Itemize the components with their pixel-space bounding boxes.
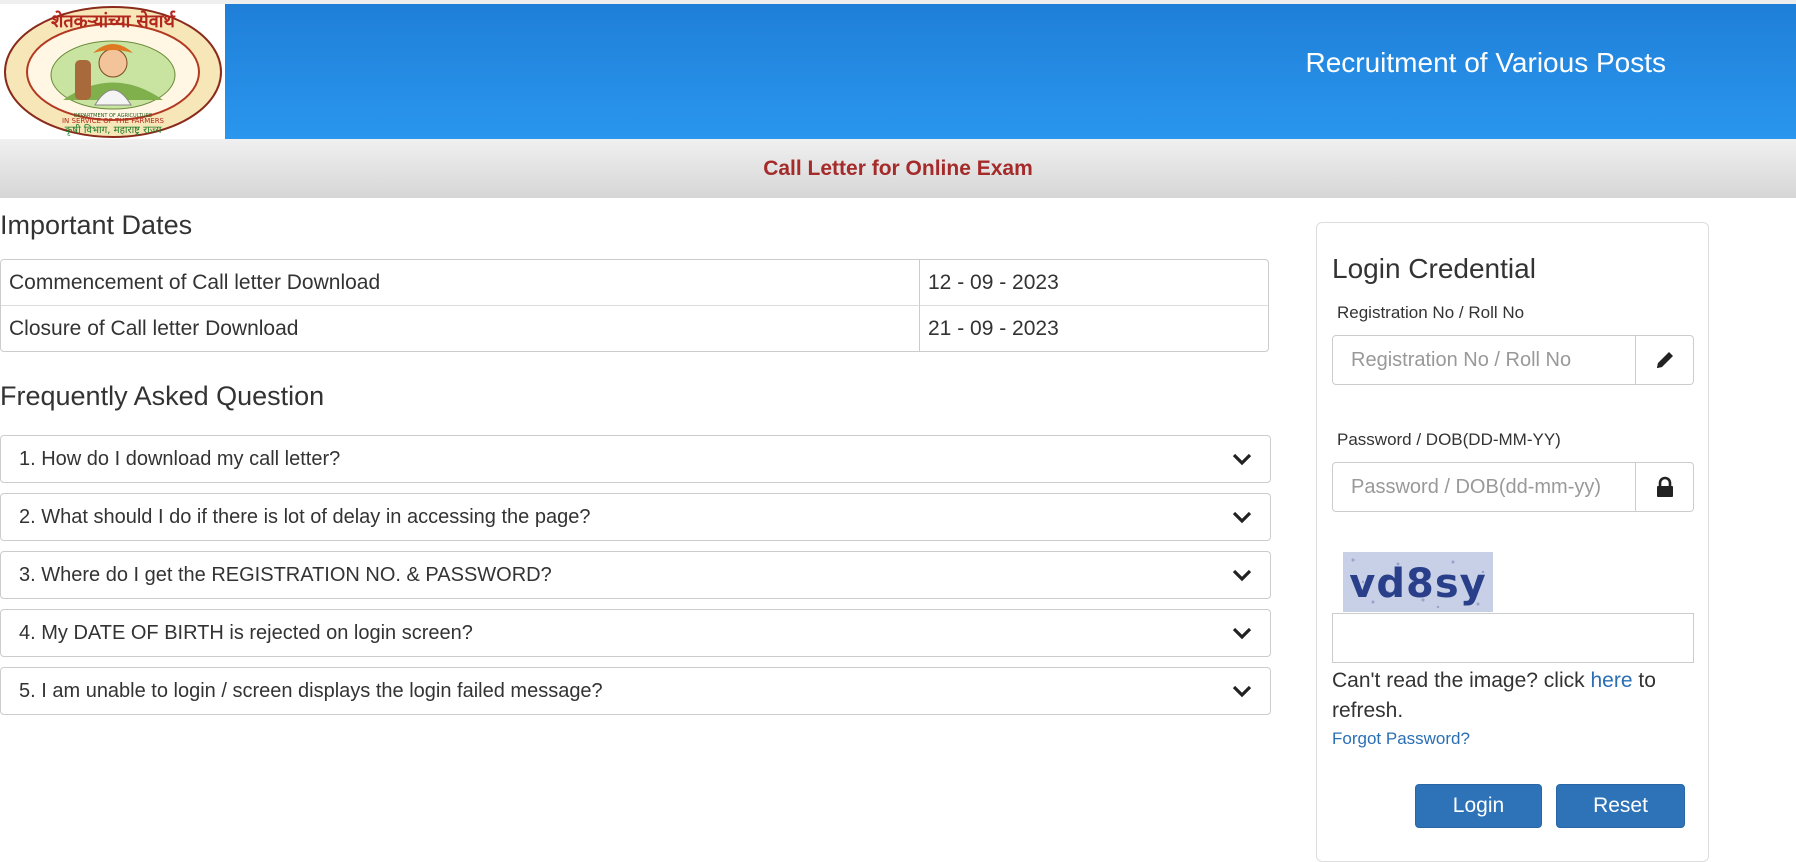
login-panel: Login Credential Registration No / Roll … xyxy=(1316,222,1709,862)
faq-heading: Frequently Asked Question xyxy=(0,381,325,411)
header-banner: Recruitment of Various Posts xyxy=(225,4,1796,139)
password-input[interactable] xyxy=(1332,462,1636,512)
password-input-group xyxy=(1332,462,1694,512)
faq-item-1[interactable]: 1. How do I download my call letter? xyxy=(0,435,1271,483)
faq-item-3[interactable]: 3. Where do I get the REGISTRATION NO. &… xyxy=(0,551,1271,599)
password-label: Password / DOB(DD-MM-YY) xyxy=(1337,430,1561,449)
date-value: 21 - 09 - 2023 xyxy=(919,306,1268,351)
captcha-image: vd8sy xyxy=(1343,552,1493,612)
captcha-refresh-text: Can't read the image? click here to refr… xyxy=(1332,666,1692,726)
refresh-prefix: Can't read the image? click xyxy=(1332,669,1585,692)
pencil-icon xyxy=(1636,335,1694,385)
registration-input[interactable] xyxy=(1332,335,1636,385)
date-label: Closure of Call letter Download xyxy=(9,316,299,340)
date-value: 12 - 09 - 2023 xyxy=(919,260,1268,306)
registration-input-group xyxy=(1332,335,1694,385)
registration-label: Registration No / Roll No xyxy=(1337,303,1525,322)
important-dates-heading: Important Dates xyxy=(0,210,193,240)
chevron-down-icon xyxy=(1232,511,1252,524)
site-title: Recruitment of Various Posts xyxy=(1305,47,1666,78)
chevron-down-icon xyxy=(1232,685,1252,698)
faq-accordion: 1. How do I download my call letter? 2. … xyxy=(0,435,1271,725)
logo-text-dept: DEPARTMENT OF AGRICULTURE xyxy=(73,113,151,119)
faq-question: 1. How do I download my call letter? xyxy=(19,447,341,470)
department-logo: शेतकऱ्यांच्या सेवार्थ IN SERVICE OF THE … xyxy=(3,5,222,138)
captcha-input[interactable] xyxy=(1332,613,1694,663)
captcha-text: vd8sy xyxy=(1349,561,1486,607)
chevron-down-icon xyxy=(1232,569,1252,582)
faq-question: 2. What should I do if there is lot of d… xyxy=(19,505,591,528)
faq-item-4[interactable]: 4. My DATE OF BIRTH is rejected on login… xyxy=(0,609,1271,657)
reset-button[interactable]: Reset xyxy=(1556,784,1685,828)
login-button[interactable]: Login xyxy=(1415,784,1542,828)
table-row: Commencement of Call letter Download 12 … xyxy=(1,260,1268,306)
forgot-password-link[interactable]: Forgot Password? xyxy=(1332,729,1470,749)
captcha-refresh-link[interactable]: here xyxy=(1590,669,1632,692)
site-header: शेतकऱ्यांच्या सेवार्थ IN SERVICE OF THE … xyxy=(0,4,1796,139)
table-row: Closure of Call letter Download 21 - 09 … xyxy=(1,306,1268,351)
important-dates-table: Commencement of Call letter Download 12 … xyxy=(0,259,1269,352)
logo-text-bottom: कृषी विभाग, महाराष्ट्र राज्य xyxy=(64,124,161,136)
faq-question: 3. Where do I get the REGISTRATION NO. &… xyxy=(19,563,552,586)
faq-question: 4. My DATE OF BIRTH is rejected on login… xyxy=(19,621,473,644)
page-title: Call Letter for Online Exam xyxy=(763,156,1033,180)
chevron-down-icon xyxy=(1232,453,1252,466)
logo-text-top: शेतकऱ्यांच्या सेवार्थ xyxy=(51,10,176,32)
sub-header-bar: Call Letter for Online Exam xyxy=(0,139,1796,198)
faq-question: 5. I am unable to login / screen display… xyxy=(19,679,603,702)
faq-item-5[interactable]: 5. I am unable to login / screen display… xyxy=(0,667,1271,715)
login-heading: Login Credential xyxy=(1332,253,1536,284)
lock-icon xyxy=(1636,462,1694,512)
date-label: Commencement of Call letter Download xyxy=(1,260,919,306)
logo-container: शेतकऱ्यांच्या सेवार्थ IN SERVICE OF THE … xyxy=(0,4,225,139)
chevron-down-icon xyxy=(1232,627,1252,640)
faq-item-2[interactable]: 2. What should I do if there is lot of d… xyxy=(0,493,1271,541)
